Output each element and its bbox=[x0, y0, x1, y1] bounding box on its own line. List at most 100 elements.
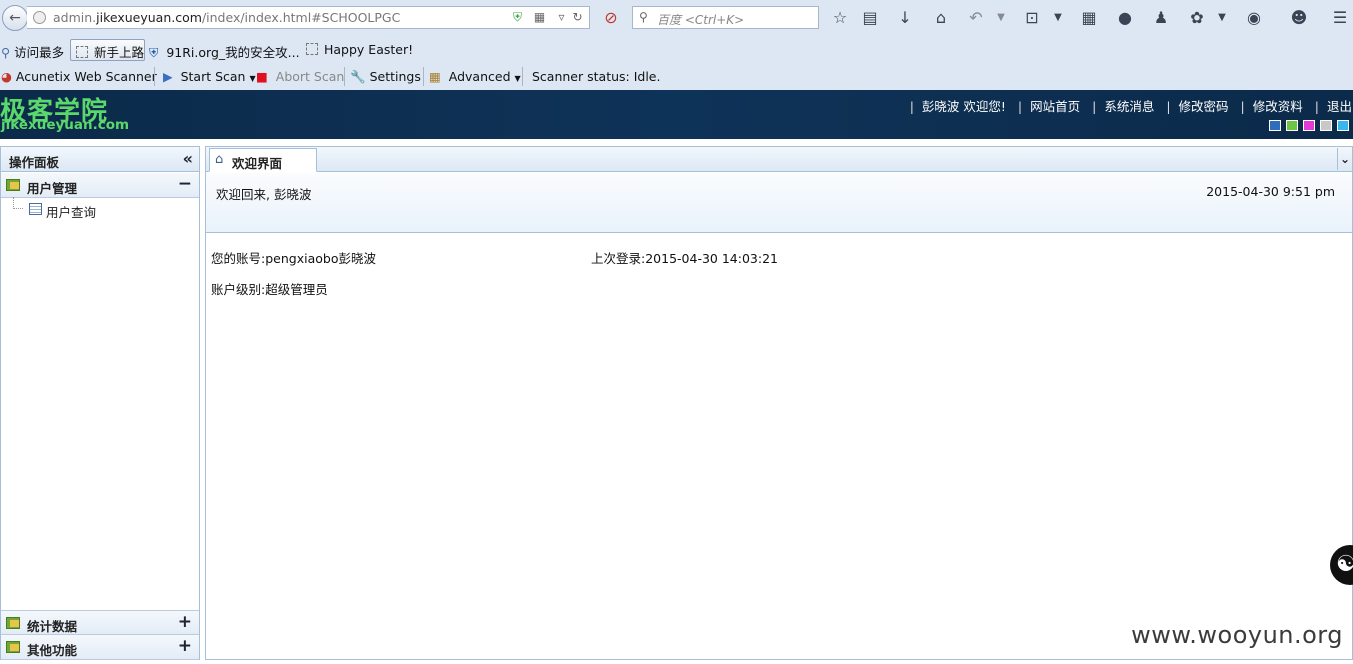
account-info: 您的账号:pengxiaobo彭晓波 bbox=[211, 248, 376, 267]
search-placeholder: 百度 <Ctrl+K> bbox=[657, 13, 745, 27]
address-bar[interactable]: admin.jikexueyuan.com/index/index.html#S… bbox=[27, 6, 590, 29]
star-icon[interactable]: ☆ bbox=[829, 7, 851, 29]
qr-code-icon[interactable]: ▦ bbox=[532, 10, 547, 25]
toolbar-separator bbox=[423, 67, 424, 86]
theme-swatch-gray[interactable] bbox=[1320, 120, 1332, 131]
theme-swatch-blue[interactable] bbox=[1269, 120, 1281, 131]
tree-connector bbox=[13, 197, 23, 209]
last-login-label: 上次登录: bbox=[591, 251, 646, 266]
toolbar-separator bbox=[344, 67, 345, 86]
watermark: www.wooyun.org bbox=[1131, 621, 1343, 649]
crop-icon[interactable]: ⊡ bbox=[1021, 7, 1043, 29]
account-value: pengxiaobo彭晓波 bbox=[265, 251, 376, 266]
expand-icon[interactable]: + bbox=[178, 636, 192, 656]
stop-icon: ■ bbox=[256, 69, 268, 84]
theme-swatch-green[interactable] bbox=[1286, 120, 1298, 131]
tab-welcome[interactable]: ⌂ 欢迎界面 bbox=[209, 148, 317, 172]
settings-button[interactable]: 🔧 Settings bbox=[350, 69, 421, 85]
bookmark-91ri[interactable]: ⛨ 91Ri.org_我的安全攻... bbox=[149, 42, 300, 61]
bookmark-most-visited[interactable]: ⚲ 访问最多 bbox=[1, 42, 64, 61]
nav-edit-profile-link[interactable]: 修改资料 bbox=[1253, 96, 1303, 115]
theme-swatch-pink[interactable] bbox=[1303, 120, 1315, 131]
back-button[interactable]: ← bbox=[2, 5, 28, 31]
url-text: admin.jikexueyuan.com/index/index.html#S… bbox=[53, 10, 401, 25]
collapse-sidebar-icon[interactable]: « bbox=[183, 149, 193, 168]
current-time: 2015-04-30 9:51 pm bbox=[1206, 184, 1335, 199]
undo-icon[interactable]: ↶ bbox=[965, 7, 987, 29]
search-bar[interactable]: ⚲ 百度 <Ctrl+K> bbox=[632, 6, 819, 29]
sidebar-title: 操作面板 bbox=[9, 155, 60, 170]
text-icon[interactable]: ▦ bbox=[1078, 7, 1100, 29]
toolbar-separator bbox=[154, 67, 155, 86]
page-icon bbox=[306, 43, 318, 55]
accordion-user-management[interactable]: 用户管理 − bbox=[1, 173, 199, 198]
user-icon[interactable]: ♟ bbox=[1150, 7, 1172, 29]
download-icon[interactable]: ↓ bbox=[894, 7, 916, 29]
chevron-down-icon[interactable]: ▼ bbox=[1047, 7, 1069, 29]
welcome-banner: 欢迎回来, 彭晓波 2015-04-30 9:51 pm bbox=[206, 173, 1352, 233]
nav-messages-link[interactable]: 系统消息 bbox=[1104, 96, 1154, 115]
blocked-icon[interactable]: ⊘ bbox=[600, 7, 622, 29]
theme-switcher bbox=[1264, 120, 1349, 132]
accordion-label: 用户管理 bbox=[27, 181, 78, 196]
acunetix-toolbar: ◕ Acunetix Web Scanner ▶ Start Scan ▼ ■ … bbox=[0, 64, 1353, 89]
menu-icon[interactable]: ☰ bbox=[1329, 7, 1351, 29]
shield-check-icon[interactable]: ⛨ bbox=[510, 10, 525, 25]
nav-home-link[interactable]: 网站首页 bbox=[1030, 96, 1080, 115]
home-icon: ⌂ bbox=[215, 152, 224, 167]
folder-icon bbox=[6, 617, 20, 629]
globe-menu-icon[interactable]: ◉ bbox=[1243, 7, 1265, 29]
top-navigation: | 彭晓波 欢迎您! | 网站首页 | 系统消息 | 修改密码 | 修改资料 | 退出 bbox=[902, 96, 1353, 115]
site-logo-domain: jikexueyuan.com bbox=[1, 117, 130, 133]
clipboard-icon[interactable]: ▤ bbox=[859, 7, 881, 29]
chevron-down-icon[interactable]: ▼ bbox=[990, 7, 1012, 29]
chevron-down-icon[interactable]: ▼ bbox=[1211, 7, 1233, 29]
account-label: 您的账号: bbox=[211, 251, 266, 266]
smiley-icon[interactable]: ☻ bbox=[1288, 7, 1310, 29]
bookmark-happy-easter[interactable]: Happy Easter! bbox=[306, 42, 413, 57]
dropdown-arrow-icon[interactable]: ▿ bbox=[554, 10, 569, 25]
acunetix-logo-icon: ◕ bbox=[1, 69, 12, 84]
abort-scan-button[interactable]: ■ Abort Scan bbox=[256, 69, 344, 84]
folder-icon bbox=[6, 641, 20, 653]
accordion-other-functions[interactable]: 其他功能 + bbox=[1, 635, 199, 660]
reload-icon[interactable]: ↻ bbox=[570, 10, 585, 25]
sidebar-item-label: 用户查询 bbox=[46, 205, 97, 220]
bookmarks-toolbar: ⚲ 访问最多 新手上路 ⛨ 91Ri.org_我的安全攻... Happy Ea… bbox=[0, 38, 1353, 63]
account-level-info: 账户级别:超级管理员 bbox=[211, 279, 328, 298]
acunetix-brand[interactable]: ◕ Acunetix Web Scanner bbox=[1, 69, 157, 84]
addon-icon[interactable]: ✿ bbox=[1186, 7, 1208, 29]
start-scan-button[interactable]: ▶ Start Scan ▼ bbox=[163, 69, 256, 84]
home-icon[interactable]: ⌂ bbox=[930, 7, 952, 29]
last-login-info: 上次登录:2015-04-30 14:03:21 bbox=[591, 248, 778, 267]
floating-widget-icon[interactable]: ☯ bbox=[1330, 545, 1353, 585]
tab-label: 欢迎界面 bbox=[232, 156, 283, 171]
page-icon bbox=[76, 46, 88, 58]
theme-swatch-cyan[interactable] bbox=[1337, 120, 1349, 131]
sidebar: 操作面板 « 用户管理 − 用户查询 统计数据 + 其他功能 + bbox=[0, 146, 200, 660]
globe-icon bbox=[33, 11, 46, 24]
nav-logout-link[interactable]: 退出 bbox=[1327, 96, 1352, 115]
browser-chrome: ← admin.jikexueyuan.com/index/index.html… bbox=[0, 0, 1353, 90]
table-icon bbox=[29, 203, 42, 215]
toolbar-separator bbox=[522, 67, 523, 86]
accordion-statistics[interactable]: 统计数据 + bbox=[1, 610, 199, 635]
shield-icon: ⛨ bbox=[149, 45, 159, 60]
browser-navbar: ← admin.jikexueyuan.com/index/index.html… bbox=[0, 0, 1353, 36]
tab-list-dropdown-icon[interactable]: ⌄ bbox=[1337, 148, 1352, 170]
advanced-icon: ▦ bbox=[429, 69, 441, 84]
bookmark-getting-started[interactable]: 新手上路 bbox=[76, 42, 144, 61]
expand-icon[interactable]: + bbox=[178, 612, 192, 632]
tab-strip: ⌂ 欢迎界面 ⌄ bbox=[206, 147, 1352, 172]
folder-icon bbox=[6, 179, 20, 191]
collapse-icon[interactable]: − bbox=[178, 174, 192, 194]
level-label: 账户级别: bbox=[211, 282, 266, 297]
chat-icon[interactable]: ● bbox=[1114, 7, 1136, 29]
advanced-button[interactable]: ▦ Advanced ▼ bbox=[429, 69, 521, 84]
welcome-message: 欢迎回来, 彭晓波 bbox=[216, 187, 312, 202]
accordion-label: 其他功能 bbox=[27, 643, 78, 658]
app-header: 极客学院 jikexueyuan.com | 彭晓波 欢迎您! | 网站首页 | 系统… bbox=[0, 90, 1353, 139]
nav-change-password-link[interactable]: 修改密码 bbox=[1179, 96, 1229, 115]
play-icon: ▶ bbox=[163, 69, 173, 84]
welcome-user: 彭晓波 欢迎您! bbox=[921, 99, 1006, 114]
